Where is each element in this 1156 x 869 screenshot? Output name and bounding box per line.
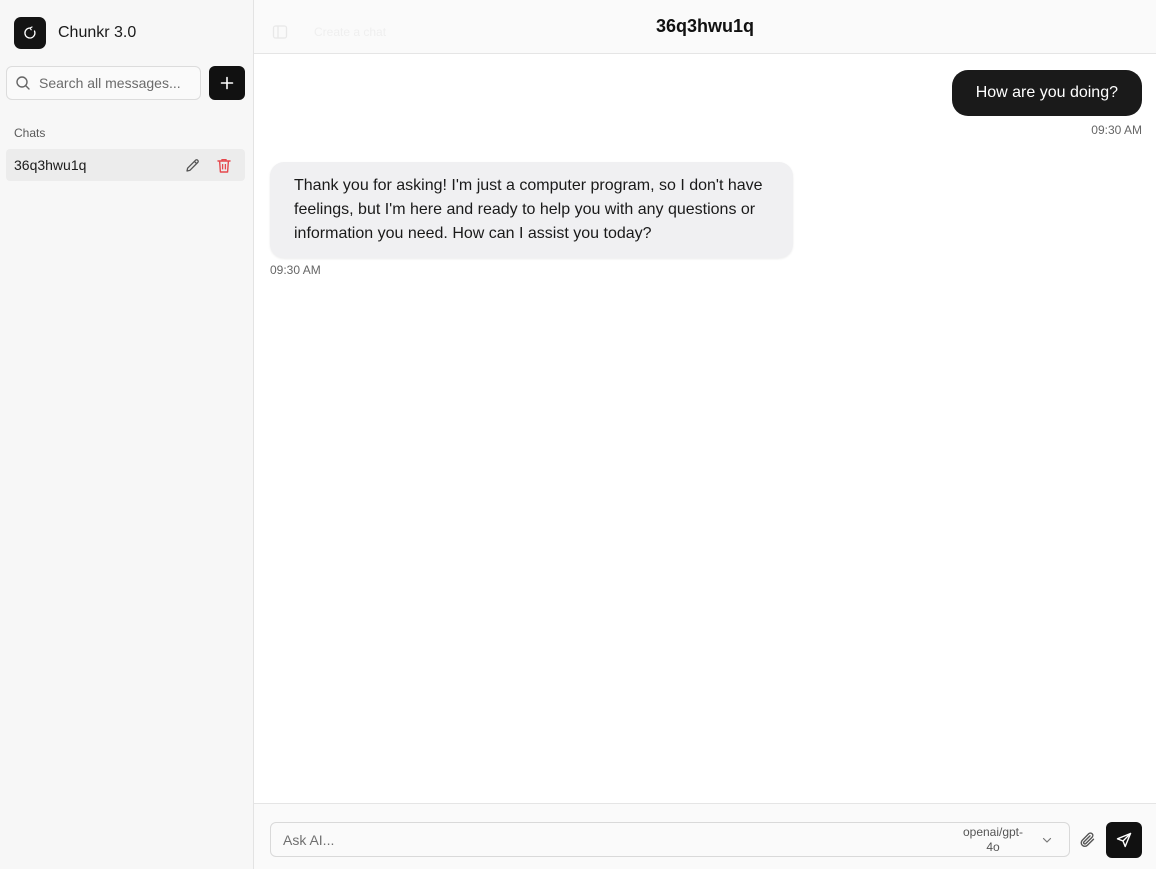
new-chat-button[interactable] <box>209 66 245 100</box>
chevron-down-icon <box>1041 834 1053 846</box>
paperclip-icon[interactable] <box>1077 829 1099 851</box>
composer-box: openai/gpt-4o <box>270 822 1070 857</box>
sidebar-chat-item[interactable]: 36q3hwu1q <box>6 149 245 181</box>
top-bar: Create a chat 36q3hwu1q <box>254 0 1156 54</box>
app-logo-icon <box>14 17 46 49</box>
search-input[interactable] <box>39 75 189 91</box>
composer: openai/gpt-4o <box>254 803 1156 869</box>
search-box[interactable] <box>6 66 201 100</box>
edit-pencil-icon[interactable] <box>183 156 201 174</box>
delete-trash-icon[interactable] <box>215 156 233 174</box>
app-window: Chunkr 3.0 Chats 36q3hwu <box>0 0 1156 869</box>
plus-icon <box>220 76 234 90</box>
sidebar: Chunkr 3.0 Chats 36q3hwu <box>0 0 254 869</box>
assistant-message-timestamp: 09:30 AM <box>270 263 321 277</box>
page-title: 36q3hwu1q <box>655 16 755 36</box>
chat-item-label: 36q3hwu1q <box>14 157 87 173</box>
app-title: Chunkr 3.0 <box>58 24 137 41</box>
ask-ai-input[interactable] <box>271 831 959 848</box>
search-icon <box>15 75 31 91</box>
send-button[interactable] <box>1106 822 1142 858</box>
user-message-bubble: How are you doing? <box>951 70 1142 116</box>
assistant-message-bubble: Thank you for asking! I'm just a compute… <box>270 162 793 258</box>
main-panel: Create a chat 36q3hwu1q How are you doin… <box>254 0 1156 869</box>
send-icon <box>1116 832 1132 848</box>
chat-item-actions <box>183 156 245 174</box>
search-row <box>6 66 245 100</box>
model-select-value: openai/gpt-4o <box>962 824 1024 854</box>
brand: Chunkr 3.0 <box>14 17 136 49</box>
chats-section-label: Chats <box>14 126 46 140</box>
model-select[interactable]: openai/gpt-4o <box>959 825 1069 855</box>
user-message-timestamp: 09:30 AM <box>1091 123 1142 137</box>
